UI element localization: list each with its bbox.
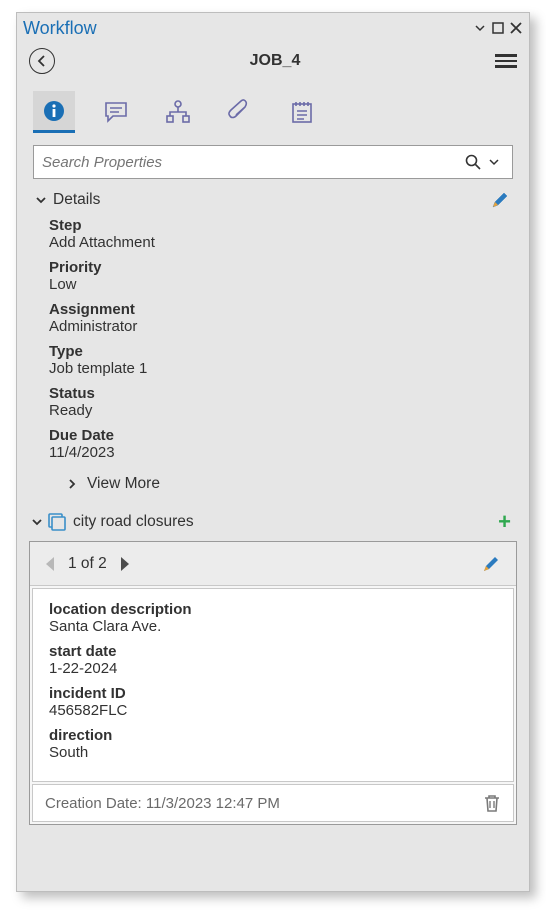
pencil-icon xyxy=(491,191,509,209)
record-nav: 1 of 2 xyxy=(30,542,516,586)
pencil-icon xyxy=(482,555,500,573)
record-card: 1 of 2 location description Santa Clara … xyxy=(29,541,517,825)
trash-icon xyxy=(483,793,501,813)
rfield-start-date: start date 1-22-2024 xyxy=(49,643,497,677)
edit-details-button[interactable] xyxy=(491,191,509,209)
notepad-icon xyxy=(290,99,314,125)
prev-record-button[interactable] xyxy=(42,555,58,573)
record-pager-text: 1 of 2 xyxy=(68,555,107,573)
details-section-title: Details xyxy=(53,191,491,209)
search-icon[interactable] xyxy=(462,154,484,170)
add-record-button[interactable]: + xyxy=(498,509,513,535)
related-header: city road closures + xyxy=(29,509,517,541)
field-assignment: Assignment Administrator xyxy=(49,301,513,335)
creation-date-text: Creation Date: 11/3/2023 12:47 PM xyxy=(45,795,483,812)
tab-comments[interactable] xyxy=(95,91,137,133)
search-input[interactable] xyxy=(42,154,462,171)
search-bar xyxy=(33,145,513,179)
job-title: JOB_4 xyxy=(55,52,495,70)
record-footer: Creation Date: 11/3/2023 12:47 PM xyxy=(32,784,514,822)
related-collapse-toggle[interactable] xyxy=(29,516,45,528)
field-due-date: Due Date 11/4/2023 xyxy=(49,427,513,461)
tab-attachments[interactable] xyxy=(219,91,261,133)
rfield-direction: direction South xyxy=(49,727,497,761)
tab-bar xyxy=(17,81,529,137)
related-section: city road closures + 1 of 2 location d xyxy=(29,509,517,825)
titlebar: Workflow xyxy=(17,13,529,41)
menu-button[interactable] xyxy=(495,50,517,72)
rfield-location: location description Santa Clara Ave. xyxy=(49,601,497,635)
edit-record-button[interactable] xyxy=(482,555,500,573)
panel-title: Workflow xyxy=(21,18,471,39)
field-status: Status Ready xyxy=(49,385,513,419)
view-more-button[interactable]: View More xyxy=(49,469,513,499)
hierarchy-icon xyxy=(165,99,191,125)
field-type: Type Job template 1 xyxy=(49,343,513,377)
details-section-header: Details xyxy=(17,189,529,211)
tab-details[interactable] xyxy=(33,91,75,133)
next-record-button[interactable] xyxy=(117,555,133,573)
related-layer-name: city road closures xyxy=(73,513,498,531)
field-step: Step Add Attachment xyxy=(49,217,513,251)
chevron-right-icon xyxy=(67,478,77,490)
tab-diagram[interactable] xyxy=(157,91,199,133)
record-body: location description Santa Clara Ave. st… xyxy=(32,588,514,782)
comment-icon xyxy=(103,99,129,125)
paperclip-icon xyxy=(227,99,253,125)
field-priority: Priority Low xyxy=(49,259,513,293)
layer-icon xyxy=(47,512,67,532)
autohide-button[interactable] xyxy=(471,19,489,37)
info-icon xyxy=(42,99,66,123)
search-dropdown[interactable] xyxy=(484,155,504,169)
header-bar: JOB_4 xyxy=(17,41,529,81)
close-button[interactable] xyxy=(507,19,525,37)
details-body: Step Add Attachment Priority Low Assignm… xyxy=(17,211,529,505)
details-collapse-toggle[interactable] xyxy=(33,194,49,206)
back-button[interactable] xyxy=(29,48,55,74)
rfield-incident-id: incident ID 456582FLC xyxy=(49,685,497,719)
maximize-button[interactable] xyxy=(489,19,507,37)
tab-notes[interactable] xyxy=(281,91,323,133)
delete-record-button[interactable] xyxy=(483,793,501,813)
workflow-panel: Workflow JOB_4 xyxy=(16,12,530,892)
